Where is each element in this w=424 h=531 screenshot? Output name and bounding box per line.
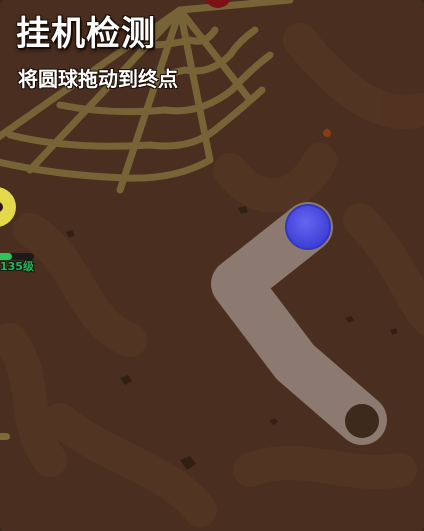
web-strand-fragment: [0, 433, 10, 440]
game-stage: 挂机检测 将圆球拖动到终点 135级: [0, 0, 424, 531]
page-title: 挂机检测: [16, 14, 156, 54]
goal-ring-icon: [343, 402, 381, 440]
drag-ball[interactable]: [285, 204, 331, 250]
instruction-text: 将圆球拖动到终点: [18, 67, 178, 91]
player-level: 135级: [0, 260, 34, 273]
ground-speck: [323, 129, 331, 137]
